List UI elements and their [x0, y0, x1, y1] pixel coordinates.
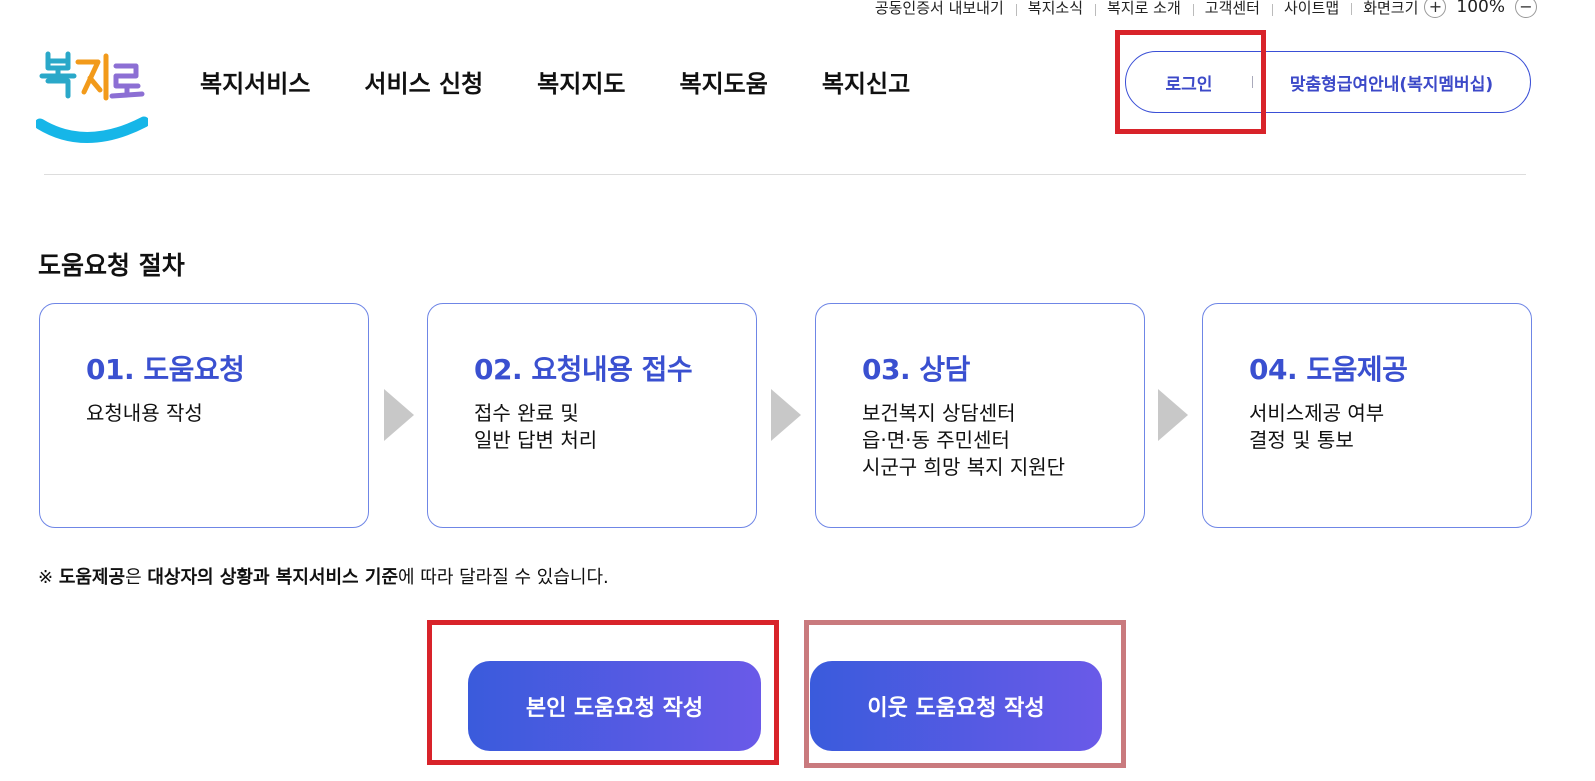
step-desc-line: 보건복지 상담센터: [862, 401, 1016, 425]
nav-welfare-map[interactable]: 복지지도: [537, 64, 625, 99]
step-arrow-icon: [771, 389, 801, 441]
notice-text: 은: [125, 567, 148, 588]
step-desc-line: 시군구 희망 복지 지원단: [862, 455, 1066, 479]
nav-service-application[interactable]: 서비스 신청: [364, 64, 483, 99]
step-card-request: 01. 도움요청 요청내용 작성: [39, 303, 369, 528]
nav-welfare-services[interactable]: 복지서비스: [200, 64, 310, 99]
main-navigation: 복지서비스 서비스 신청 복지지도 복지도움 복지신고: [200, 64, 964, 99]
notice-bold-help: 도움제공: [58, 567, 126, 588]
neighbor-help-request-button[interactable]: 이웃 도움요청 작성: [810, 661, 1102, 751]
step-title: 02. 요청내용 접수: [474, 353, 693, 386]
nav-welfare-help[interactable]: 복지도움: [680, 64, 768, 99]
step-card-provide: 04. 도움제공 서비스제공 여부 결정 및 통보: [1202, 303, 1532, 528]
zoom-in-button[interactable]: +: [1424, 0, 1447, 18]
step-desc-line: 접수 완료 및: [474, 401, 579, 425]
step-desc-line: 요청내용 작성: [86, 401, 203, 425]
util-link-sitemap[interactable]: 사이트맵: [1271, 0, 1351, 18]
nav-welfare-report[interactable]: 복지신고: [822, 64, 910, 99]
header-divider: [44, 174, 1526, 175]
step-title: 04. 도움제공: [1249, 353, 1408, 386]
utility-bar: 공동인증서 내보내기 복지소식 복지로 소개 고객센터 사이트맵 화면크기 + …: [863, 0, 1537, 20]
step-title: 03. 상담: [862, 353, 970, 386]
login-highlight-box: [1115, 30, 1266, 134]
step-desc-line: 서비스제공 여부: [1249, 401, 1385, 425]
util-link-news[interactable]: 복지소식: [1015, 0, 1095, 18]
util-link-cert-export[interactable]: 공동인증서 내보내기: [863, 0, 1016, 18]
custom-benefit-guide-link[interactable]: 맞춤형급여안내(복지멤버십): [1253, 70, 1530, 95]
step-card-receipt: 02. 요청내용 접수 접수 완료 및 일반 답변 처리: [427, 303, 757, 528]
procedure-title: 도움요청 절차: [38, 251, 185, 280]
notice-prefix: ※: [38, 567, 59, 588]
util-link-about[interactable]: 복지로 소개: [1095, 0, 1193, 18]
step-desc-line: 읍·면·동 주민센터: [862, 428, 1010, 452]
zoom-out-button[interactable]: −: [1515, 0, 1537, 18]
step-title: 01. 도움요청: [86, 353, 245, 386]
step-desc-line: 일반 답변 처리: [474, 428, 598, 452]
procedure-steps: 01. 도움요청 요청내용 작성 02. 요청내용 접수 접수 완료 및 일반 …: [39, 303, 1532, 528]
zoom-label: 화면크기: [1363, 0, 1419, 17]
util-link-customer-center[interactable]: 고객센터: [1192, 0, 1272, 18]
zoom-value: 100%: [1456, 0, 1505, 17]
bokjiro-logo-icon[interactable]: [34, 48, 150, 152]
notice-text: 에 따라 달라질 수 있습니다.: [398, 567, 609, 588]
step-arrow-icon: [384, 389, 414, 441]
step-card-consult: 03. 상담 보건복지 상담센터 읍·면·동 주민센터 시군구 희망 복지 지원…: [815, 303, 1145, 528]
self-help-request-button[interactable]: 본인 도움요청 작성: [468, 661, 761, 751]
step-desc-line: 결정 및 통보: [1249, 428, 1354, 452]
notice-bold-criteria: 대상자의 상황과 복지서비스 기준: [147, 567, 398, 588]
procedure-notice: ※ 도움제공은 대상자의 상황과 복지서비스 기준에 따라 달라질 수 있습니다…: [38, 563, 609, 589]
step-arrow-icon: [1158, 389, 1188, 441]
zoom-control: 화면크기 + 100% −: [1351, 0, 1537, 18]
